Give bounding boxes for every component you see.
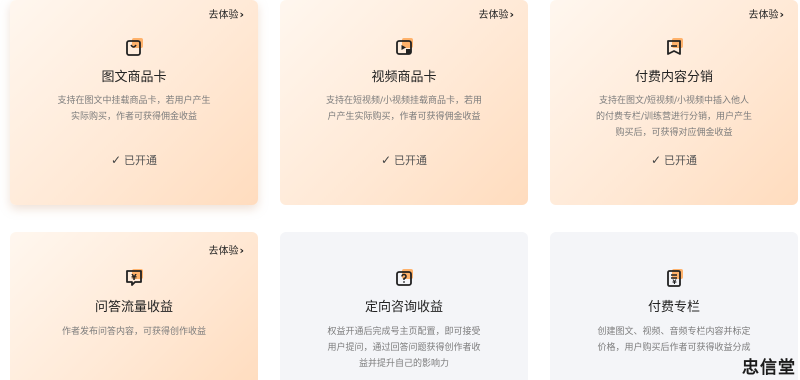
try-link[interactable]: 去体验› <box>208 6 244 21</box>
svg-text:¥: ¥ <box>672 279 677 286</box>
card-description: 创建图文、视频、音频专栏内容并标定 价格，用户购买后作者可获得收益分成 <box>597 327 751 353</box>
card-title: 图文商品卡 <box>101 70 167 85</box>
chevron-right-icon: › <box>239 8 244 21</box>
card-title: 定向咨询收益 <box>364 300 443 315</box>
card-title: 问答流量收益 <box>94 300 173 315</box>
status-badge: ✓ 已开通 <box>380 153 428 167</box>
card-qa-traffic-income[interactable]: 去体验› ¥ 问答流量收益 作者发布问答内容，可获得创作收益 <box>10 232 258 380</box>
try-label: 去体验 <box>748 10 779 21</box>
card-title: 付费专栏 <box>647 300 700 315</box>
check-icon: ✓ <box>110 153 122 167</box>
card-consult-income[interactable]: 定向咨询收益 权益开通后完成号主页配置，即可接受 用户提问，通过回答问题获得创作… <box>280 232 528 380</box>
shopping-bag-icon <box>126 38 143 56</box>
consult-icon <box>396 269 413 286</box>
qa-income-icon: ¥ <box>126 269 143 286</box>
paid-column-icon: ¥ <box>667 269 683 287</box>
try-link[interactable]: 去体验› <box>478 6 514 21</box>
chevron-right-icon: › <box>239 244 244 257</box>
card-title: 付费内容分销 <box>634 70 713 85</box>
card-description: 支持在图文/短视频/小视频中插入他人 的付费专栏/训练营进行分销，用户产生 购买… <box>595 96 753 138</box>
paid-content-icon <box>667 38 683 55</box>
try-label: 去体验 <box>478 10 509 21</box>
watermark-logo: 忠信堂 <box>742 358 796 378</box>
video-product-icon <box>396 38 413 55</box>
chevron-right-icon: › <box>509 8 514 21</box>
chevron-right-icon: › <box>779 8 784 21</box>
card-description: 作者发布问答内容，可获得创作收益 <box>61 327 206 337</box>
svg-text:¥: ¥ <box>131 273 137 282</box>
card-image-product[interactable]: 去体验› 图文商品卡 支持在图文中挂载商品卡，若用户产生 实际购买，作者可获得佣… <box>10 0 258 205</box>
card-description: 支持在图文中挂载商品卡，若用户产生 实际购买，作者可获得佣金收益 <box>57 96 211 122</box>
check-icon: ✓ <box>650 153 662 167</box>
status-badge: ✓ 已开通 <box>650 153 698 167</box>
card-title: 视频商品卡 <box>371 70 437 85</box>
card-description: 权益开通后完成号主页配置，即可接受 用户提问，通过回答问题获得创作者收 益并提升… <box>327 327 481 369</box>
try-label: 去体验 <box>208 246 239 257</box>
try-label: 去体验 <box>208 10 239 21</box>
check-icon: ✓ <box>380 153 392 167</box>
status-badge: ✓ 已开通 <box>110 153 158 167</box>
try-link[interactable]: 去体验› <box>748 6 784 21</box>
card-video-product[interactable]: 去体验› 视频商品卡 支持在短视频/小视频挂载商品卡，若用 户产生实际购买，作者… <box>280 0 528 205</box>
try-link[interactable]: 去体验› <box>208 242 244 257</box>
card-paid-content-distribution[interactable]: 去体验› 付费内容分销 支持在图文/短视频/小视频中插入他人 的付费专栏/训练营… <box>550 0 798 205</box>
card-description: 支持在短视频/小视频挂载商品卡，若用 户产生实际购买，作者可获得佣金收益 <box>325 96 483 122</box>
